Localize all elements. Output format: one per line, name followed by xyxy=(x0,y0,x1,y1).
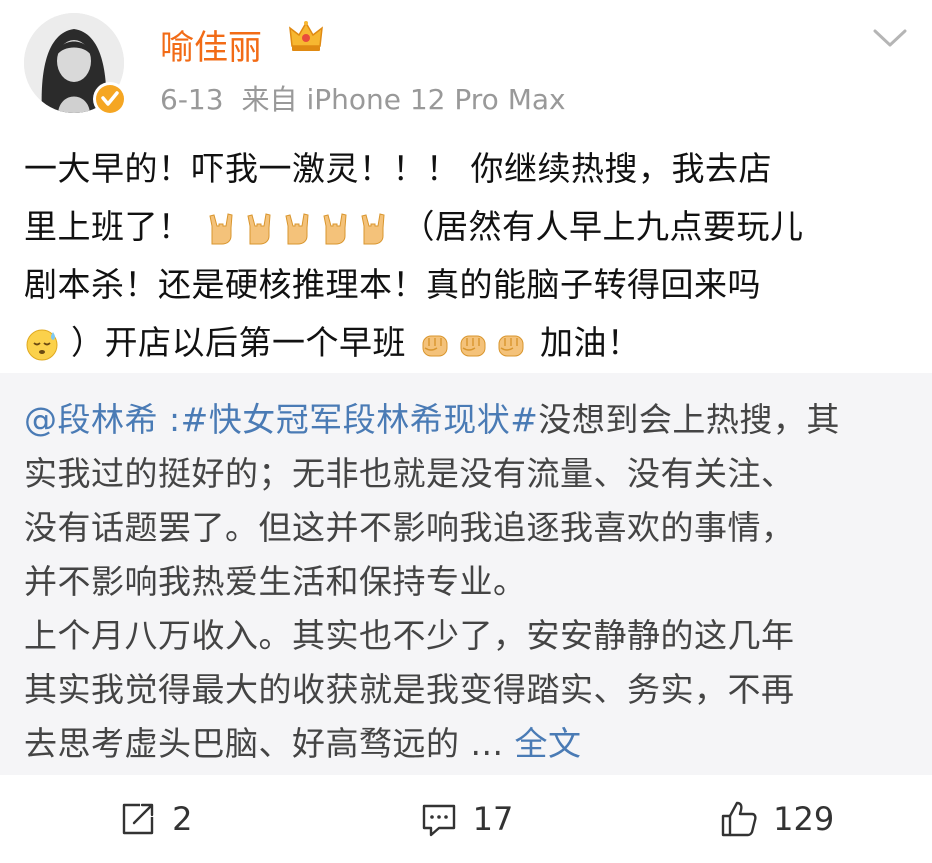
weibo-post: 喻佳丽 6-13 来自 iPhone 12 Pro Max 一大早的！吓我一激灵！… xyxy=(0,0,932,863)
fist-emoji xyxy=(422,335,448,357)
post-line: 剧本杀！还是硬核推理本！真的能脑子转得回来吗 xyxy=(24,265,761,304)
like-button[interactable]: 129 xyxy=(621,799,932,839)
like-count: 129 xyxy=(773,800,835,838)
repost-line: 并不影响我热爱生活和保持专业。 xyxy=(24,562,527,601)
post-text-segment: 加油！ xyxy=(540,323,641,362)
fist-emoji-group xyxy=(417,326,529,362)
post-source: 来自 iPhone 12 Pro Max xyxy=(241,83,566,116)
repost-text-segment: 没想到会上热搜，其 xyxy=(538,400,840,439)
repost-count: 2 xyxy=(172,800,193,838)
post-line: 里上班了！ （居然有人早上九点要玩儿 xyxy=(24,198,908,256)
crown-badge-icon[interactable] xyxy=(286,16,326,56)
comment-button[interactable]: 17 xyxy=(311,799,622,839)
verified-icon xyxy=(93,82,127,116)
reposted-content[interactable]: @段林希 :#快女冠军段林希现状#没想到会上热搜，其 实我过的挺好的；无非也就是… xyxy=(0,373,932,775)
repost-line: @段林希 :#快女冠军段林希现状#没想到会上热搜，其 xyxy=(24,393,908,447)
repost-button[interactable]: 2 xyxy=(0,799,311,839)
repost-text-segment: 去思考虚头巴脑、好高骛远的 ... xyxy=(24,724,504,763)
comment-icon xyxy=(422,804,455,837)
repost-line: 其实我觉得最大的收获就是我变得踏实、务实，不再 xyxy=(24,670,795,709)
post-text-segment: （居然有人早上九点要玩儿 xyxy=(401,207,804,246)
fist-emoji xyxy=(460,335,486,357)
comment-count: 17 xyxy=(472,800,514,838)
chevron-down-icon[interactable] xyxy=(872,26,908,50)
post-meta: 6-13 来自 iPhone 12 Pro Max xyxy=(160,78,566,118)
rock-hand-emoji xyxy=(322,213,347,245)
rock-hand-emoji xyxy=(284,213,309,245)
topic-link[interactable]: :#快女冠军段林希现状# xyxy=(158,400,538,439)
repost-line: 实我过的挺好的；无非也就是没有流量、没有关注、 xyxy=(24,454,795,493)
post-text-segment: ）开店以后第一个早班 xyxy=(71,323,406,362)
user-name[interactable]: 喻佳丽 xyxy=(160,20,262,69)
post-text-segment: 里上班了！ xyxy=(24,207,192,246)
repost-line: 没有话题罢了。但这并不影响我追逐我喜欢的事情， xyxy=(24,508,795,547)
rock-hand-emoji xyxy=(360,213,385,245)
full-text-link[interactable]: 全文 xyxy=(514,724,581,763)
repost-line: 上个月八万收入。其实也不少了，安安静静的这几年 xyxy=(24,616,795,655)
repost-text: @段林希 :#快女冠军段林希现状#没想到会上热搜，其 实我过的挺好的；无非也就是… xyxy=(24,393,908,771)
post-line: 一大早的！吓我一激灵！！！ 你继续热搜，我去店 xyxy=(24,149,772,188)
fist-emoji xyxy=(498,335,524,357)
action-bar: 2 17 129 xyxy=(0,775,932,863)
post-text: 一大早的！吓我一激灵！！！ 你继续热搜，我去店 里上班了！ （居然有人早上九点要… xyxy=(24,140,908,372)
repost-line: 去思考虚头巴脑、好高骛远的 ... 全文 xyxy=(24,717,908,771)
rock-hand-emoji xyxy=(208,213,233,245)
mention-link[interactable]: @段林希 xyxy=(24,400,158,439)
rock-hand-emoji xyxy=(246,213,271,245)
sweat-emoji xyxy=(26,329,58,361)
like-icon xyxy=(721,801,757,837)
post-date: 6-13 xyxy=(160,83,224,116)
repost-icon xyxy=(122,803,154,835)
rock-hand-emoji-group xyxy=(203,210,391,246)
post-line: ）开店以后第一个早班 加油！ xyxy=(24,314,908,372)
sweat-emoji-group xyxy=(24,326,60,362)
